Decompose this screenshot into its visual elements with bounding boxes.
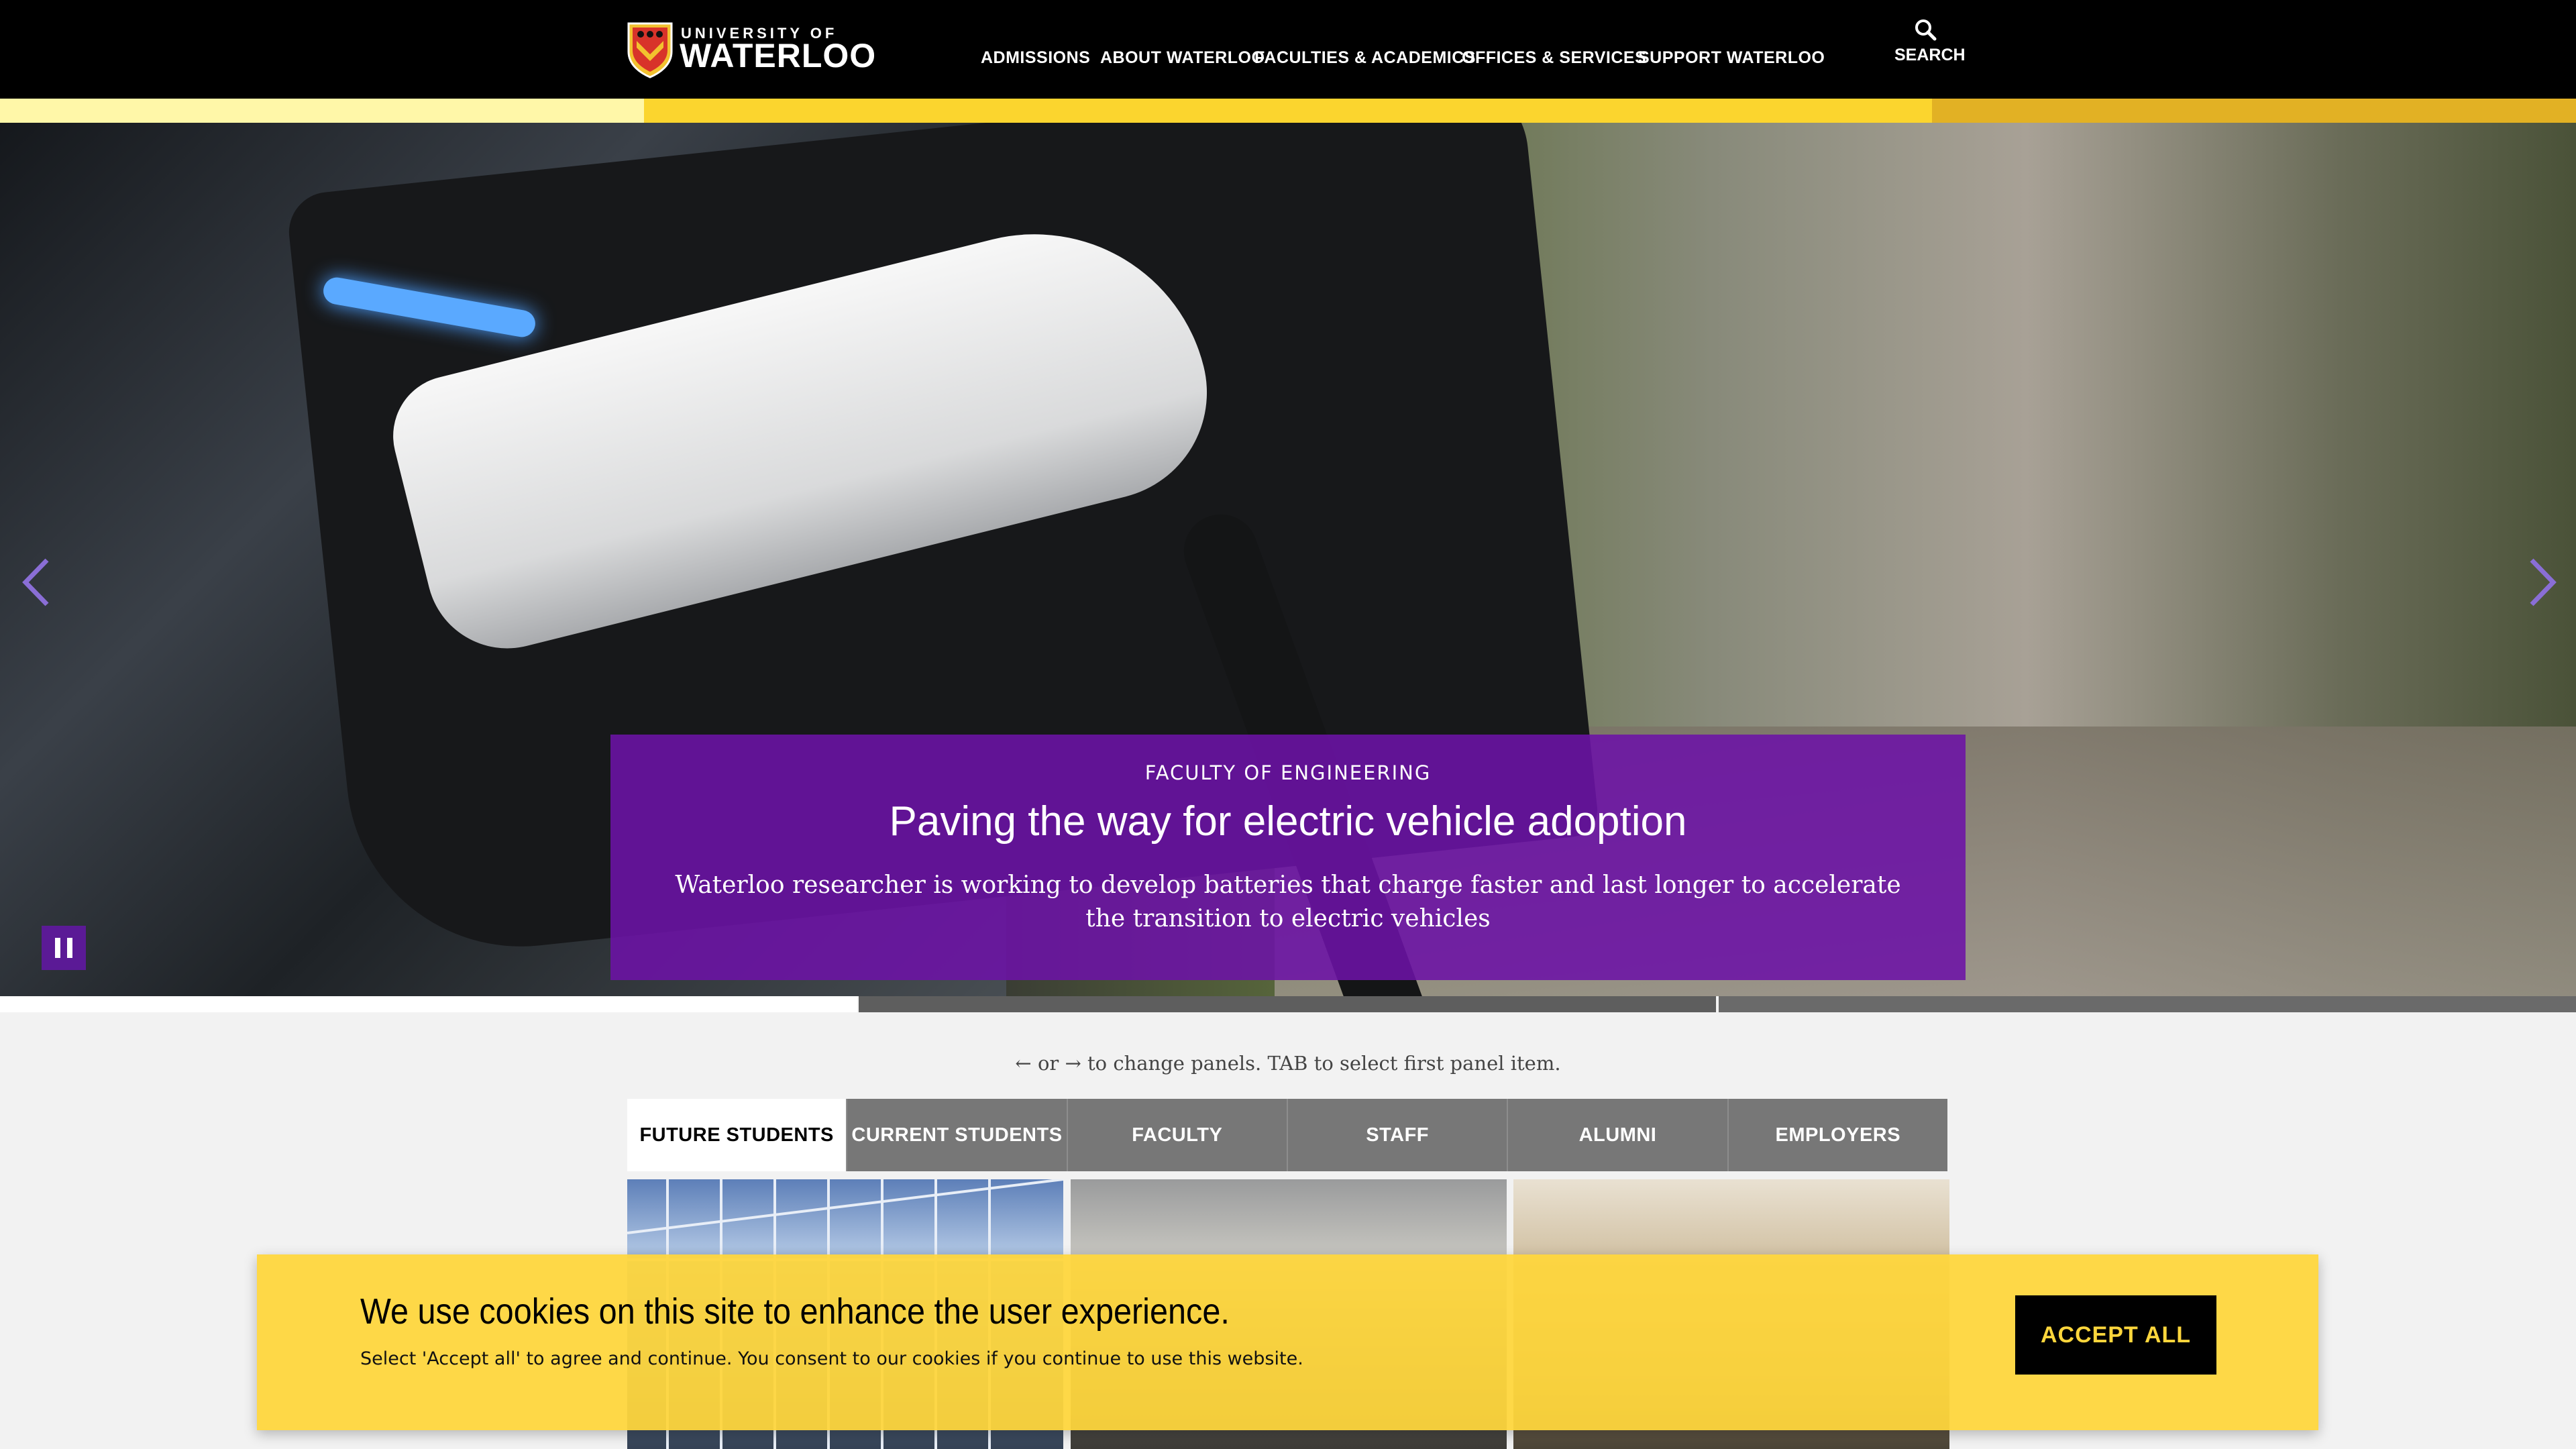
panels-keyboard-hint: ← or → to change panels. TAB to select f… [1015,1052,1561,1075]
logo-line-2: WATERLOO [680,37,877,74]
tab-future-students[interactable]: FUTURE STUDENTS [627,1099,848,1171]
tab-employers[interactable]: EMPLOYERS [1728,1099,1947,1171]
accept-all-button[interactable]: ACCEPT ALL [2015,1295,2216,1375]
nav-admissions[interactable]: ADMISSIONS [981,48,1090,75]
tab-alumni[interactable]: ALUMNI [1508,1099,1729,1171]
chevron-right-icon [2530,558,2557,606]
cookie-text: Select 'Accept all' to agree and continu… [360,1348,1303,1369]
site-header: UNIVERSITY OF WATERLOO ADMISSIONS ABOUT … [0,0,2576,99]
next-slide-button[interactable] [2522,552,2563,612]
audience-tabs: FUTURE STUDENTS CURRENT STUDENTS FACULTY… [627,1099,1947,1171]
slide-progress-1[interactable] [0,996,857,1012]
stripe-dark-gold [1932,99,2576,123]
slide-description: Waterloo researcher is working to develo… [675,871,1901,932]
nav-support-waterloo[interactable]: SUPPORT WATERLOO [1638,48,1825,75]
prev-slide-button[interactable] [16,552,56,612]
pause-icon [67,938,72,958]
university-logo[interactable]: UNIVERSITY OF WATERLOO [626,21,875,78]
nav-faculties-academics[interactable]: FACULTIES & ACADEMICS [1254,48,1476,75]
cookie-banner: We use cookies on this site to enhance t… [257,1254,2318,1430]
pause-slideshow-button[interactable] [42,926,86,970]
chevron-left-icon [22,558,49,606]
crest-icon [627,22,673,78]
tab-faculty[interactable]: FACULTY [1067,1099,1288,1171]
hero-slideshow: FACULTY OF ENGINEERING Paving the way fo… [0,123,2576,996]
search-label: SEARCH [1894,46,1966,64]
stripe-gold [644,99,1932,123]
search-icon [1915,19,1937,41]
slide-title[interactable]: Paving the way for electric vehicle adop… [610,795,1966,849]
slide-kicker: FACULTY OF ENGINEERING [1144,761,1432,784]
stripe-light [0,99,644,123]
tab-current-students[interactable]: CURRENT STUDENTS [847,1099,1068,1171]
slide-progress-3[interactable] [1719,996,2576,1012]
pause-icon [55,938,60,958]
search-button[interactable]: SEARCH [1894,17,1966,74]
nav-about-waterloo[interactable]: ABOUT WATERLOO [1100,48,1265,75]
cookie-heading: We use cookies on this site to enhance t… [360,1291,1230,1332]
slide-progress-2[interactable] [859,996,1716,1012]
slide-caption[interactable]: FACULTY OF ENGINEERING Paving the way fo… [610,735,1966,980]
tab-staff[interactable]: STAFF [1287,1099,1509,1171]
nav-offices-services[interactable]: OFFICES & SERVICES [1462,48,1646,75]
